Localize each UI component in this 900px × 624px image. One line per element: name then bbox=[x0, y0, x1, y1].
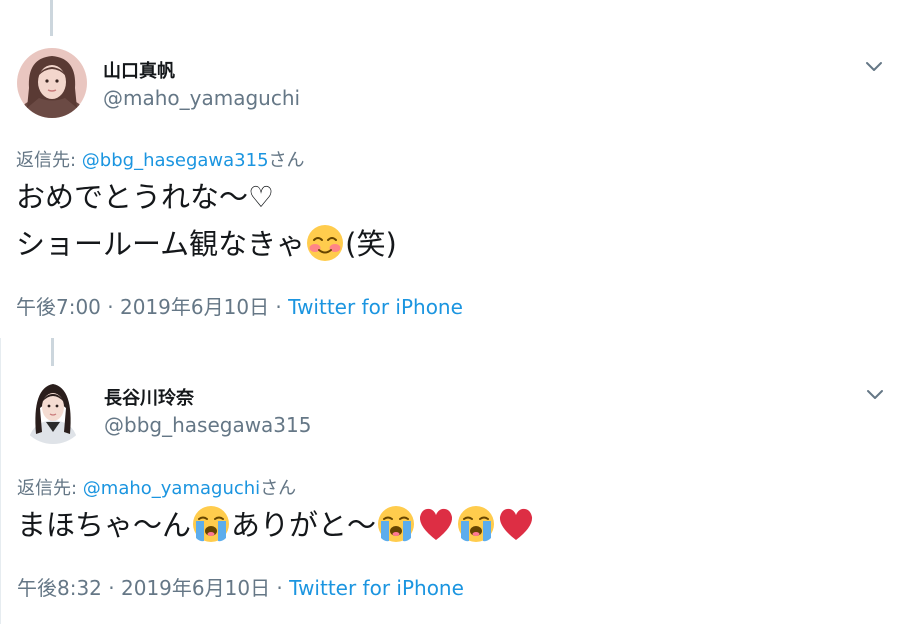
tweet-line: ショールーム観なきゃ (笑) bbox=[16, 221, 397, 268]
loudly-crying-face-emoji bbox=[457, 505, 495, 543]
thread-line bbox=[51, 338, 54, 366]
tweet-date[interactable]: 2019年6月10日 bbox=[121, 576, 270, 600]
avatar[interactable] bbox=[17, 48, 87, 118]
reply-context: 返信先: @bbg_hasegawa315さん bbox=[16, 146, 305, 172]
tweet-line: おめでとうれな〜♡ bbox=[16, 180, 274, 214]
loudly-crying-face-emoji bbox=[377, 505, 415, 543]
user-handle[interactable]: @bbg_hasegawa315 bbox=[104, 413, 311, 437]
reply-prefix: 返信先: bbox=[16, 150, 82, 171]
meta-separator: · bbox=[101, 576, 121, 600]
display-name[interactable]: 長谷川玲奈 bbox=[104, 384, 194, 410]
display-name[interactable]: 山口真帆 bbox=[103, 57, 175, 83]
tweet-text-part: ありがと〜 bbox=[231, 508, 377, 542]
tweet-line-text: ショールーム観なきゃ bbox=[16, 227, 306, 261]
thread-line bbox=[50, 0, 53, 36]
tweet-meta: 午後7:00 · 2019年6月10日 · Twitter for iPhone bbox=[16, 291, 463, 320]
tweet-source-link[interactable]: Twitter for iPhone bbox=[289, 576, 464, 600]
tweet-time[interactable]: 午後8:32 bbox=[17, 576, 102, 600]
reply-prefix: 返信先: bbox=[17, 478, 83, 499]
reply-context: 返信先: @maho_yamaguchiさん bbox=[17, 474, 296, 500]
reply-suffix: さん bbox=[268, 150, 305, 171]
red-heart-emoji bbox=[417, 505, 455, 543]
smiling-face-emoji bbox=[306, 224, 344, 262]
tweet-maho[interactable]: 山口真帆 @maho_yamaguchi 返信先: @bbg_hasegawa3… bbox=[0, 0, 900, 338]
reply-suffix: さん bbox=[260, 478, 297, 499]
meta-separator: · bbox=[269, 295, 289, 319]
tweet-source-link[interactable]: Twitter for iPhone bbox=[288, 295, 463, 319]
tweet-date[interactable]: 2019年6月10日 bbox=[120, 295, 269, 319]
chevron-down-icon[interactable] bbox=[865, 384, 885, 404]
tweet-rena[interactable]: 長谷川玲奈 @bbg_hasegawa315 返信先: @maho_yamagu… bbox=[0, 338, 900, 624]
tweet-text-part: まほちゃ〜ん bbox=[17, 508, 192, 542]
loudly-crying-face-emoji bbox=[192, 505, 230, 543]
user-handle[interactable]: @maho_yamaguchi bbox=[103, 86, 300, 110]
red-heart-emoji bbox=[497, 505, 535, 543]
avatar[interactable] bbox=[18, 374, 88, 444]
tweet-text: まほちゃ〜ん ありがと〜 bbox=[17, 502, 536, 549]
tweet-time[interactable]: 午後7:00 bbox=[16, 295, 101, 319]
reply-mention-link[interactable]: @bbg_hasegawa315 bbox=[82, 150, 269, 171]
tweet-text: おめでとうれな〜♡ ショールーム観なきゃ (笑) bbox=[16, 174, 397, 268]
tweet-meta: 午後8:32 · 2019年6月10日 · Twitter for iPhone bbox=[17, 572, 464, 601]
reply-mention-link[interactable]: @maho_yamaguchi bbox=[83, 478, 260, 499]
meta-separator: · bbox=[100, 295, 120, 319]
meta-separator: · bbox=[270, 576, 290, 600]
chevron-down-icon[interactable] bbox=[864, 56, 884, 76]
tweet-line-tail: (笑) bbox=[345, 227, 397, 261]
